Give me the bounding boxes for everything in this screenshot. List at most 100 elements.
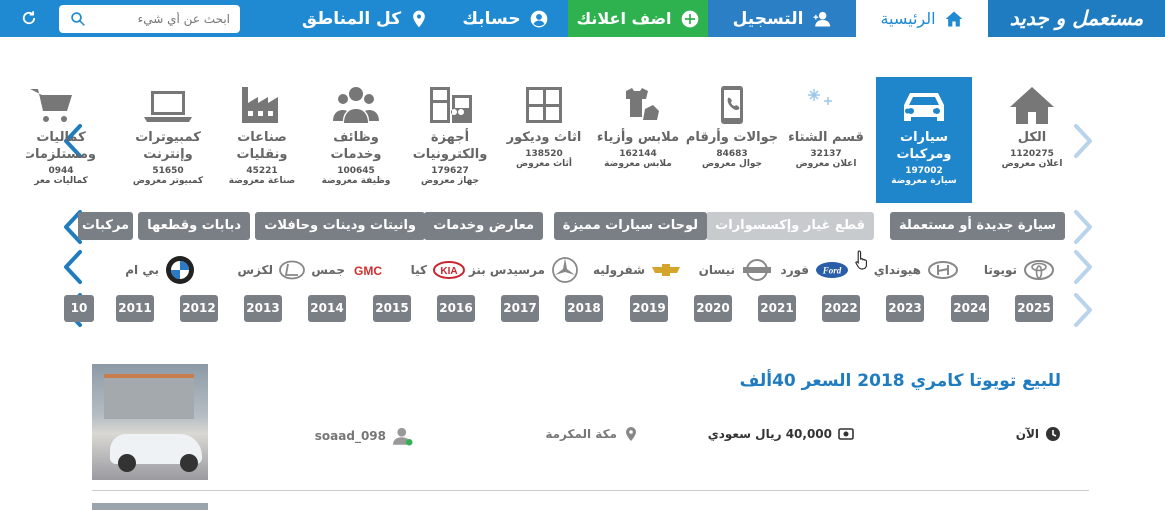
refresh-icon[interactable] — [20, 9, 38, 27]
home-icon — [1010, 87, 1054, 124]
money-icon — [838, 428, 854, 440]
laptop-icon — [144, 91, 192, 122]
listing-location: مكة المكرمة — [545, 426, 639, 442]
listing-card[interactable]: للبيع تويوتا كامري 2018 السعر 40ألف الآن… — [92, 363, 1089, 491]
car-icon — [904, 93, 944, 121]
year-chip[interactable]: 2020 — [694, 295, 732, 322]
listing-time-text: الآن — [1015, 427, 1039, 441]
chip-showrooms[interactable]: معارض وخدمات — [424, 212, 543, 240]
location-pin-icon — [413, 10, 425, 27]
year-chip[interactable]: 2023 — [886, 295, 924, 322]
year-next-arrow[interactable] — [1072, 292, 1094, 328]
add-ad-label: اضف اعلانك — [576, 9, 672, 28]
brand-kia[interactable]: KIA كيا — [411, 256, 465, 284]
category-sub: وظيفة معروضة — [321, 176, 391, 186]
chip-new-used[interactable]: سيارة جديدة أو مستعملة — [889, 212, 1065, 240]
year-chip[interactable]: 2024 — [951, 295, 989, 322]
year-chip[interactable]: 10 — [64, 295, 94, 322]
subcat-next-arrow[interactable] — [1072, 209, 1094, 245]
svg-text:KIA: KIA — [440, 266, 457, 277]
category-count: 32137 — [810, 149, 842, 159]
year-chip[interactable]: 2017 — [501, 295, 539, 322]
nav-account[interactable]: حسابك — [443, 0, 568, 37]
brand-ford[interactable]: Ford فورد — [781, 256, 849, 284]
phone-icon — [721, 86, 743, 124]
brand-label: شفروليه — [592, 263, 645, 277]
category-count: 179627 — [431, 166, 469, 176]
chip-vehicles[interactable]: مركبات — [78, 212, 133, 240]
category-cars[interactable]: سيارات ومركبات 197002 سيارة معروضة — [876, 77, 972, 203]
search-input[interactable] — [100, 12, 230, 26]
location-pin-icon — [626, 427, 636, 441]
category-count: 0944 — [48, 166, 74, 176]
thumbnail-building — [104, 374, 194, 419]
site-logo[interactable]: مستعمل و جديد — [988, 0, 1165, 37]
category-name: جوالات وأرقام — [685, 130, 779, 145]
subcategory-row: سيارة جديدة أو مستعملة قطع غيار وإكسسوار… — [78, 212, 1065, 240]
brand-label: هيونداي — [873, 263, 921, 277]
appliance-icon — [430, 87, 472, 123]
year-chip[interactable]: 2022 — [822, 295, 860, 322]
year-chip[interactable]: 2013 — [244, 295, 282, 322]
category-furniture[interactable]: اثاث وديكور 138520 أثاث معروض — [496, 77, 592, 203]
brand-next-arrow[interactable] — [1072, 249, 1094, 285]
category-accessories[interactable]: كماليات ومستلزمات 0944 كماليات معر — [26, 77, 96, 203]
search-icon[interactable] — [69, 10, 87, 28]
year-chip[interactable]: 2014 — [308, 295, 346, 322]
hyundai-logo-icon — [928, 261, 958, 279]
factory-icon — [242, 87, 278, 123]
brand-hyundai[interactable]: هيونداي — [874, 256, 959, 284]
brand-label: كيا — [410, 263, 427, 277]
chip-trucks[interactable]: وانيتات ودينات وحافلات — [255, 212, 425, 240]
category-name: قسم الشتاء — [788, 130, 864, 145]
category-phones[interactable]: جوالات وأرقام 84683 جوال معروض — [684, 77, 780, 203]
chip-spare-parts[interactable]: قطع غيار وإكسسوارات — [706, 212, 874, 240]
add-ad-button[interactable]: اضف اعلانك — [568, 0, 708, 37]
chip-motorcycles[interactable]: دبابات وقطعها — [138, 212, 250, 240]
brand-chevrolet[interactable]: شفروليه — [593, 256, 681, 284]
regions-dropdown[interactable]: كل المناطق — [288, 0, 443, 37]
regions-label: كل المناطق — [301, 8, 402, 29]
year-chip[interactable]: 2011 — [116, 295, 154, 322]
brand-prev-arrow[interactable] — [62, 249, 84, 285]
category-jobs[interactable]: وظائف وخدمات 100645 وظيفة معروضة — [308, 77, 404, 203]
category-name: أجهزة والكترونيات — [412, 130, 488, 162]
category-name: كماليات ومستلزمات — [26, 130, 96, 162]
category-electronics[interactable]: أجهزة والكترونيات 179627 جهاز معروض — [402, 77, 498, 203]
listing-title[interactable]: للبيع تويوتا كامري 2018 السعر 40ألف — [740, 371, 1061, 391]
category-sub: جهاز معروض — [420, 176, 480, 186]
year-chip[interactable]: 2015 — [373, 295, 411, 322]
chip-plates[interactable]: لوحات سيارات مميزة — [553, 212, 707, 240]
brand-label: نيسان — [698, 263, 735, 277]
next-listing-thumbnail[interactable] — [92, 503, 208, 510]
nav-register[interactable]: التسجيل — [708, 0, 856, 37]
year-chip[interactable]: 2019 — [630, 295, 668, 322]
category-computers[interactable]: كمبيوترات وإنترنت 51650 كمبيوتر معروض — [120, 77, 216, 203]
brand-gmc[interactable]: GMC جمس — [311, 256, 385, 284]
category-clothes[interactable]: ملابس وأزياء 162144 ملابس معروضة — [590, 77, 686, 203]
nav-home[interactable]: الرئيسية — [856, 0, 988, 37]
toyota-logo-icon — [1024, 260, 1054, 280]
brand-mercedes[interactable]: مرسيدس بنز — [469, 256, 579, 284]
user-online-icon — [393, 427, 413, 446]
category-winter[interactable]: قسم الشتاء 32137 اعلان معروض — [778, 77, 874, 203]
brand-lexus[interactable]: لكزس — [237, 256, 305, 284]
category-count: 45221 — [246, 166, 278, 176]
category-name: كمبيوترات وإنترنت — [135, 130, 201, 162]
listing-thumbnail[interactable] — [92, 364, 208, 480]
top-navbar: مستعمل و جديد الرئيسية التسجيل اضف اعلان… — [0, 0, 1165, 37]
brand-nissan[interactable]: نيسان — [699, 256, 773, 284]
user-circle-icon — [530, 10, 547, 27]
category-industry[interactable]: صناعات ونقليات 45221 صناعة معروضة — [214, 77, 310, 203]
year-chip[interactable]: 2021 — [758, 295, 796, 322]
brand-bmw[interactable]: بي ام — [95, 256, 195, 284]
year-chip[interactable]: 2012 — [180, 295, 218, 322]
year-chip[interactable]: 2016 — [437, 295, 475, 322]
category-count: 100645 — [337, 166, 375, 176]
brand-label: بي ام — [125, 263, 159, 277]
category-all[interactable]: الكل 1120275 اعلان معروض — [984, 77, 1080, 203]
year-chip[interactable]: 2018 — [565, 295, 603, 322]
listing-user[interactable]: soaad_098 — [315, 426, 414, 446]
year-chip[interactable]: 2025 — [1015, 295, 1053, 322]
brand-toyota[interactable]: تويوتا — [984, 256, 1055, 284]
